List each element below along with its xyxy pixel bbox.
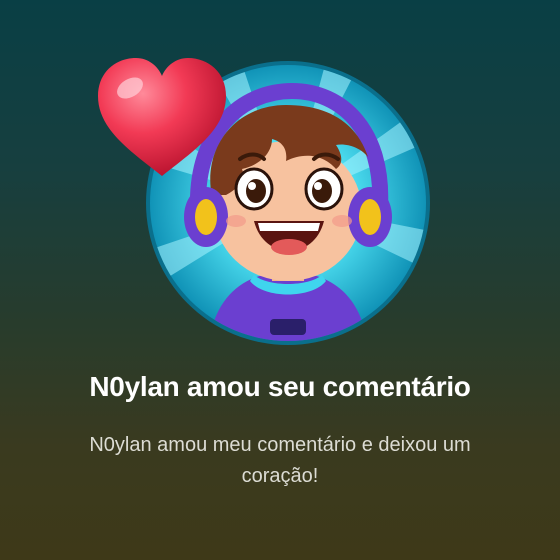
notification-title: N0ylan amou seu comentário: [89, 371, 471, 402]
notification-message: N0ylan amou meu comentário e deixou um c…: [89, 434, 471, 487]
love-reaction-card: N0ylan amou seu comentário N0ylan amou m…: [0, 0, 560, 560]
heart-icon: [92, 52, 232, 182]
